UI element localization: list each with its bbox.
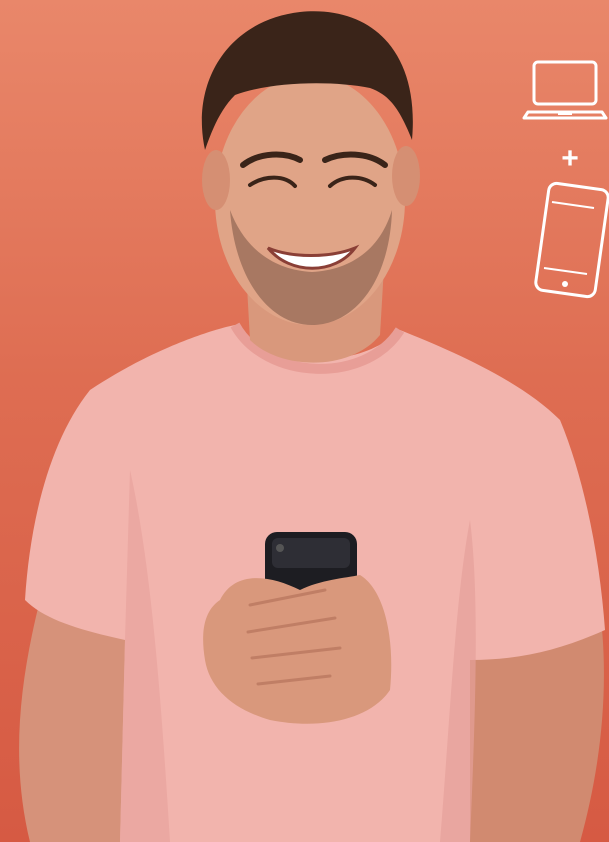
photo-background: + (0, 0, 609, 842)
man-using-smartphone-photo (19, 11, 605, 842)
hands (203, 575, 392, 724)
laptop-icon (522, 60, 608, 120)
plus-icon: + (561, 142, 579, 175)
smartphone-icon (534, 181, 609, 299)
